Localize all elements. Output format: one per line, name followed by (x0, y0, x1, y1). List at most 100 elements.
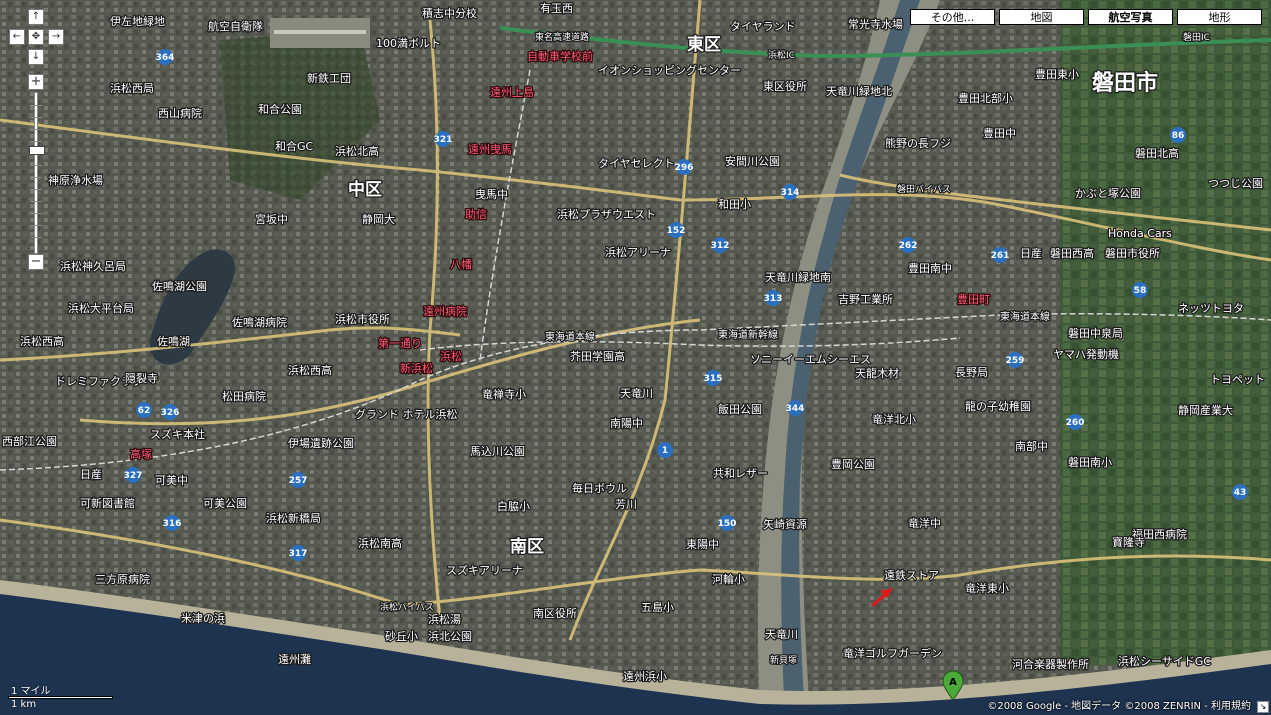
place-label: 佐鳴湖 (157, 334, 190, 348)
place-label: 安間川公園 (725, 154, 780, 168)
route-shield: 43 (1232, 484, 1248, 500)
place-label: 和田小 (718, 198, 751, 211)
place-label: 伊場遺跡公園 (288, 436, 354, 450)
place-label: 磐田北高 (1135, 146, 1179, 160)
zoom-out-button[interactable]: − (28, 254, 44, 270)
zoom-in-button[interactable]: + (28, 74, 44, 90)
scale-imperial-label: 1 マイル (11, 686, 51, 697)
place-label: 芥田学園高 (570, 349, 625, 363)
place-label: 隠裂寺 (125, 372, 158, 385)
place-label: 西部江公園 (2, 434, 57, 448)
terms-link[interactable]: 利用規約 (1211, 701, 1251, 712)
map-type-control: その他... 地図 航空写真 地形 (910, 9, 1262, 25)
map-type-satellite-button[interactable]: 航空写真 (1088, 9, 1173, 25)
place-label: イオンショッピングセンター (598, 63, 741, 77)
place-label: 浜北公園 (428, 630, 472, 643)
route-shield: 62 (136, 402, 152, 418)
place-label: グランド ホテル浜松 (355, 407, 458, 421)
zoom-slider-thumb[interactable] (29, 145, 45, 155)
place-label: 遠州灘 (278, 653, 311, 666)
place-label: 助信 (465, 207, 487, 221)
svg-text:43: 43 (1234, 488, 1247, 498)
svg-text:259: 259 (1006, 356, 1025, 366)
place-label: 浜松神久呂局 (60, 259, 126, 273)
svg-text:313: 313 (764, 294, 783, 304)
place-label: 新鉄工団 (307, 71, 351, 85)
place-label: 磐田バイパス (897, 183, 951, 195)
place-label: 新浜松 (400, 361, 433, 375)
place-label: 伊左地緑地 (110, 14, 165, 28)
place-label: スズキ本社 (150, 427, 205, 441)
place-label: 豊田町 (957, 293, 990, 306)
place-label: 竜洋中 (908, 516, 941, 530)
place-label: 佐鳴湖公園 (152, 279, 207, 293)
place-label: 常光寺水場 (848, 17, 903, 31)
place-label: 河合楽器製作所 (1012, 657, 1089, 671)
place-label: 八幡 (450, 257, 472, 271)
place-label: 静岡大 (362, 212, 395, 226)
place-label: 竜禅寺小 (482, 387, 526, 401)
place-label: 東陽中 (686, 538, 719, 551)
place-label: 宮坂中 (255, 212, 288, 226)
map-type-more-button[interactable]: その他... (910, 9, 995, 25)
svg-text:152: 152 (667, 226, 686, 236)
place-label: 有玉西 (540, 1, 573, 15)
place-label: 浜松大平台局 (68, 301, 134, 315)
place-label: 東海道本線 (545, 330, 595, 343)
map-type-map-button[interactable]: 地図 (999, 9, 1084, 25)
place-label: 磐田西高 (1050, 246, 1094, 260)
place-label: 竜洋ゴルフガーデン (843, 646, 942, 660)
place-label: 東海道新幹線 (718, 328, 778, 341)
svg-text:364: 364 (156, 53, 175, 63)
pan-up-button[interactable]: ↑ (28, 9, 44, 25)
map-type-terrain-button[interactable]: 地形 (1177, 9, 1262, 25)
satellite-map[interactable]: 364 321 296 152 312 314 313 262 261 86 5… (0, 0, 1271, 715)
place-label: 磐田市役所 (1105, 246, 1160, 260)
place-label: 南部中 (1015, 439, 1048, 453)
place-label: 浜松IC (768, 49, 795, 61)
pan-left-button[interactable]: ← (9, 29, 25, 45)
place-label: つつじ公園 (1208, 177, 1263, 190)
pan-down-button[interactable]: ↓ (28, 49, 44, 65)
place-label: 白脇小 (497, 499, 530, 513)
place-label: 東名高速道路 (535, 31, 589, 43)
svg-text:86: 86 (1172, 131, 1185, 141)
svg-text:1: 1 (662, 446, 668, 456)
svg-text:326: 326 (161, 408, 180, 418)
place-label: 可新図書館 (80, 496, 135, 510)
pan-right-button[interactable]: → (48, 29, 64, 45)
ward-label: 東区 (687, 34, 721, 55)
zoom-slider-track[interactable] (30, 92, 42, 254)
place-label: 東区役所 (763, 79, 807, 93)
place-label: 浜松 (440, 349, 462, 363)
place-label: 寶隆寺 (1112, 535, 1145, 549)
place-label: 砂丘小 (385, 630, 418, 643)
route-shield: 58 (1132, 282, 1148, 298)
place-label: 浜松アリーナ (605, 245, 671, 259)
place-label: 豊岡公園 (831, 458, 875, 471)
place-label: 五島小 (641, 600, 674, 614)
place-label: ソニーイーエムシーエス (750, 353, 871, 366)
pan-center-button[interactable]: ✥ (28, 29, 44, 45)
place-label: 豊田東小 (1035, 68, 1079, 81)
place-label: 毎日ボウル (572, 482, 627, 495)
place-label: 和合公園 (258, 102, 302, 116)
svg-text:321: 321 (434, 135, 453, 145)
ward-label: 南区 (510, 536, 544, 557)
place-label: 浜松西高 (288, 363, 332, 377)
place-label: 天竜川緑地北 (826, 84, 892, 98)
copyright-text: ©2008 Google - 地図データ ©2008 ZENRIN - (987, 701, 1211, 712)
place-label: 松田病院 (222, 389, 266, 403)
resize-corner-icon[interactable]: ↘ (1257, 701, 1269, 713)
place-label: 米津の浜 (181, 612, 225, 625)
place-label: 磐田南小 (1068, 455, 1112, 469)
place-label: 芳川 (615, 497, 637, 511)
svg-text:150: 150 (718, 519, 737, 529)
svg-text:296: 296 (675, 163, 694, 173)
place-label: 磐田中泉局 (1068, 326, 1123, 340)
place-label: トヨペット (1210, 373, 1265, 386)
place-label: 磐田IC (1183, 31, 1210, 43)
place-label: 浜松シーサイドGC (1118, 654, 1211, 668)
place-label: 浜松南高 (358, 536, 402, 550)
place-label: 河輪小 (712, 572, 745, 586)
